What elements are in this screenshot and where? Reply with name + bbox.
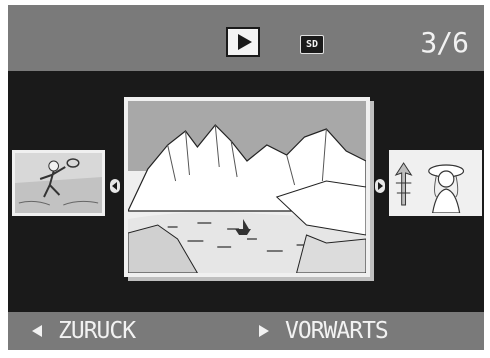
- next-image-thumbnail[interactable]: [389, 150, 482, 216]
- next-arrow-icon[interactable]: [375, 179, 385, 193]
- left-triangle-icon: [32, 325, 42, 337]
- status-bar: SD 3/6: [8, 5, 484, 71]
- camera-playback-screen: SD 3/6 ZURUCK VORWARTS: [8, 5, 484, 350]
- previous-arrow-icon[interactable]: [110, 179, 120, 193]
- sd-card-icon: SD: [300, 35, 324, 54]
- navigation-bar: ZURUCK VORWARTS: [8, 312, 484, 350]
- playback-icon: [226, 27, 260, 57]
- image-counter: 3/6: [420, 26, 469, 59]
- back-button[interactable]: ZURUCK: [32, 316, 136, 346]
- previous-image-thumbnail[interactable]: [12, 150, 105, 216]
- right-triangle-icon: [259, 325, 269, 337]
- current-image: [124, 97, 370, 277]
- back-label: ZURUCK: [58, 318, 136, 344]
- forward-button[interactable]: VORWARTS: [259, 316, 389, 346]
- forward-label: VORWARTS: [285, 318, 389, 344]
